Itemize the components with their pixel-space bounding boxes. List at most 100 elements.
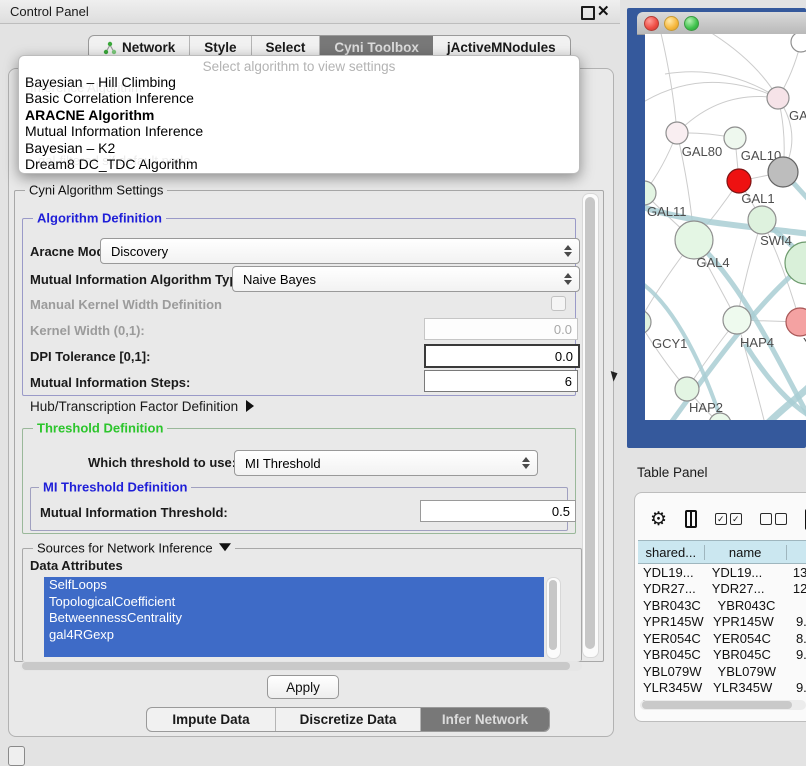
algorithm-dropdown-prompt: Select algorithm to view settings (19, 59, 579, 74)
bottom-tabbar: Impute Data Discretize Data Infer Networ… (146, 707, 550, 732)
data-attributes-label: Data Attributes (30, 558, 123, 573)
node-label: GAL1 (741, 191, 774, 206)
select-all-checks-icon[interactable]: ✓✓ (715, 513, 742, 525)
attribute-item[interactable]: gal4RGexp (44, 627, 544, 644)
algorithm-option[interactable]: Mutual Information Inference (25, 123, 573, 139)
expand-right-icon (246, 400, 254, 412)
network-node-gal11[interactable] (645, 181, 656, 205)
table-body: YDL19... YDL19... 13 YDR27... YDR27... 1… (638, 564, 806, 702)
docked-panel-icon[interactable] (8, 746, 25, 766)
network-canvas[interactable]: GALGAL80GAL10GAL11GAL1SWI4GAL4GCY1HAP4YH… (645, 34, 806, 420)
network-icon (103, 41, 117, 55)
tab-impute-data[interactable]: Impute Data (147, 708, 276, 731)
network-node-gal1[interactable] (748, 206, 776, 234)
tab-discretize-data[interactable]: Discretize Data (276, 708, 421, 731)
mac-zoom-button[interactable] (684, 16, 699, 31)
stepper-icon (522, 457, 530, 469)
network-edge[interactable] (645, 82, 778, 104)
node-label: GAL4 (696, 255, 729, 270)
stepper-icon (564, 273, 572, 285)
algorithm-definition-title: Algorithm Definition (33, 210, 166, 225)
mi-steps-input[interactable]: 6 (424, 370, 578, 392)
stepper-icon (564, 245, 572, 257)
table-row[interactable]: YBR045C YBR045C 9. (638, 647, 806, 664)
network-node-hap4[interactable] (723, 306, 751, 334)
node-table: shared... name YDL19... YDL19... 13 YDR2… (638, 540, 806, 702)
network-node-y[interactable] (786, 308, 806, 336)
network-node-gal80[interactable] (666, 122, 688, 144)
manual-kernel-width-label: Manual Kernel Width Definition (30, 297, 222, 312)
node-label: GCY1 (652, 336, 687, 351)
mi-threshold-input[interactable]: 0.5 (420, 500, 576, 522)
kernel-width-label: Kernel Width (0,1): (30, 323, 145, 338)
mac-close-button[interactable] (644, 16, 659, 31)
table-row[interactable]: YBL079W YBL079W (638, 663, 806, 680)
which-threshold-select[interactable]: MI Threshold (234, 450, 538, 476)
network-node[interactable] (791, 34, 806, 52)
attribute-item[interactable]: TopologicalCoefficient (44, 594, 544, 611)
column-header-name[interactable]: name (705, 545, 787, 560)
attribute-item[interactable]: BetweennessCentrality (44, 610, 544, 627)
algorithm-option[interactable]: ARACNE Algorithm (25, 107, 573, 123)
manual-kernel-width-checkbox[interactable] (551, 296, 566, 311)
mi-algorithm-type-label: Mutual Information Algorithm Type: (30, 272, 249, 287)
network-svg: GALGAL80GAL10GAL11GAL1SWI4GAL4GCY1HAP4YH… (645, 34, 806, 420)
table-row[interactable]: YDR27... YDR27... 12 (638, 581, 806, 598)
mac-minimize-button[interactable] (664, 16, 679, 31)
control-panel-titlebar: Control Panel (0, 0, 620, 24)
tab-network-label: Network (122, 40, 175, 55)
hub-definition-expander[interactable]: Hub/Transcription Factor Definition (30, 399, 254, 414)
node-label: SWI4 (760, 233, 792, 248)
table-hscrollbar[interactable] (640, 700, 806, 710)
threshold-definition-title: Threshold Definition (33, 420, 167, 435)
network-edge[interactable] (705, 34, 778, 98)
table-row[interactable]: YER054C YER054C 8. (638, 630, 806, 647)
attribute-item[interactable]: SelfLoops (44, 577, 544, 594)
network-node[interactable] (768, 157, 798, 187)
table-row[interactable]: YLR345W YLR345W 9. (638, 680, 806, 697)
attributes-scrollbar[interactable] (546, 577, 561, 659)
network-node-gal10[interactable] (724, 127, 746, 149)
settings-hscrollbar[interactable] (20, 661, 582, 671)
network-node-gcy1[interactable] (645, 310, 651, 334)
node-label: GAL11 (647, 204, 687, 219)
network-node-gal[interactable] (767, 87, 789, 109)
column-header-shared-name[interactable]: shared... (638, 545, 705, 560)
inference-algorithm-ghost-label: Inference Algorithm (30, 80, 142, 95)
table-row[interactable]: YPR145W YPR145W 9. (638, 614, 806, 631)
close-icon[interactable]: ✕ (597, 2, 610, 20)
dpi-tolerance-label: DPI Tolerance [0,1]: (30, 349, 150, 364)
table-panel-title: Table Panel (637, 465, 708, 480)
table-header-row: shared... name (638, 540, 806, 564)
cyni-algorithm-settings-title: Cyni Algorithm Settings (25, 182, 167, 197)
table-data-ghost-value: gal-filtered sif default node (38, 153, 190, 168)
tab-infer-network[interactable]: Infer Network (421, 708, 549, 731)
settings-vscrollbar[interactable] (582, 193, 599, 658)
deselect-checks-icon[interactable] (760, 513, 787, 525)
float-window-icon[interactable] (581, 6, 595, 20)
split-columns-icon[interactable] (685, 510, 697, 528)
network-edge[interactable] (665, 72, 778, 98)
gear-icon[interactable]: ⚙ (650, 510, 667, 529)
network-window-titlebar[interactable] (637, 12, 806, 35)
network-node[interactable] (727, 169, 751, 193)
network-node-gal4[interactable] (675, 221, 713, 259)
mi-algorithm-type-select[interactable]: Naive Bayes (232, 266, 580, 292)
sources-title[interactable]: Sources for Network Inference (33, 540, 235, 555)
dpi-tolerance-input[interactable]: 0.0 (424, 344, 580, 368)
table-row[interactable]: YBR043C YBR043C (638, 597, 806, 614)
collapse-down-icon (219, 543, 231, 551)
table-row[interactable]: YDL19... YDL19... 13 (638, 564, 806, 581)
network-edge[interactable] (677, 96, 778, 133)
network-edge[interactable] (660, 34, 677, 133)
data-attributes-list[interactable]: SelfLoopsTopologicalCoefficientBetweenne… (44, 577, 544, 657)
mi-steps-label: Mutual Information Steps: (30, 375, 190, 390)
control-panel-title: Control Panel (0, 4, 89, 19)
kernel-width-input[interactable]: 0.0 (424, 318, 578, 340)
mi-threshold-definition-title: MI Threshold Definition (39, 479, 191, 494)
apply-button[interactable]: Apply (267, 675, 339, 699)
node-label: GAL (789, 108, 806, 123)
network-node-hap2[interactable] (675, 377, 699, 401)
node-label: HAP4 (740, 335, 774, 350)
aracne-mode-select[interactable]: Discovery (100, 238, 580, 264)
